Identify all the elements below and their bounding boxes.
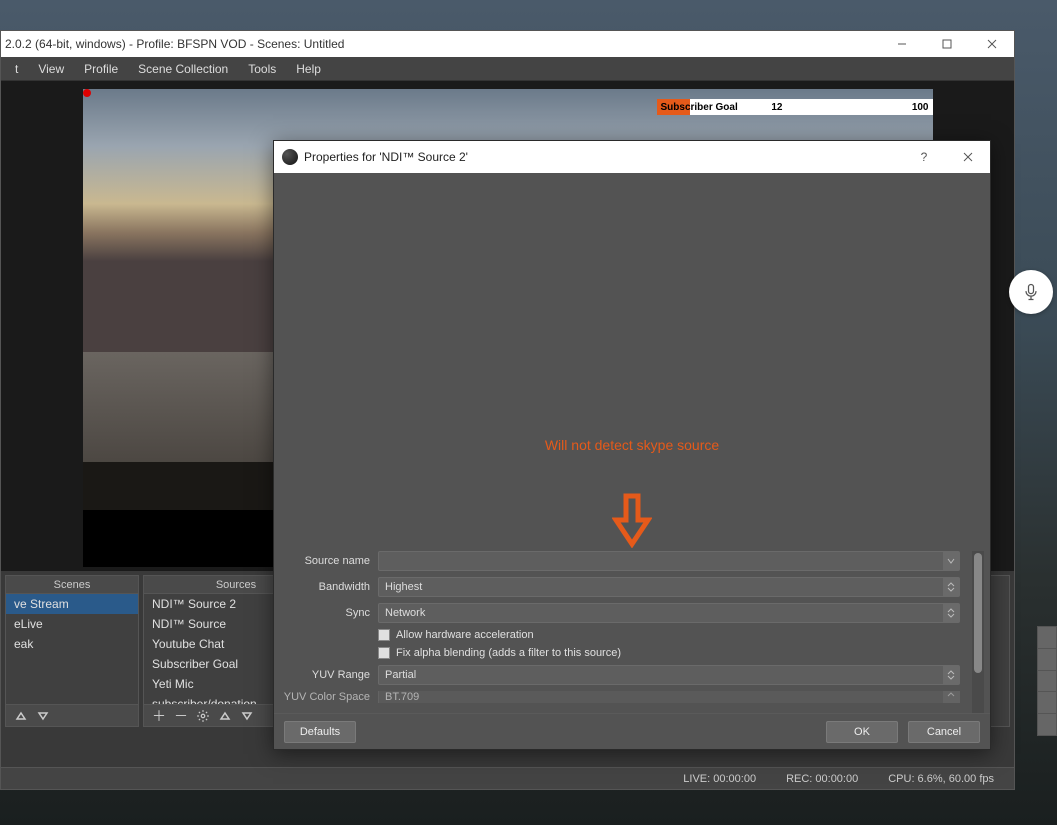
ok-button[interactable]: OK <box>826 721 898 743</box>
menu-edit[interactable]: t <box>5 57 28 80</box>
cancel-button[interactable]: Cancel <box>908 721 980 743</box>
source-name-select[interactable] <box>378 551 960 571</box>
window-controls <box>879 31 1014 57</box>
scene-item[interactable]: eLive <box>6 614 138 634</box>
dialog-button-row: Defaults OK Cancel <box>274 713 990 749</box>
move-up-icon[interactable] <box>12 707 30 725</box>
menubar: t View Profile Scene Collection Tools He… <box>1 57 1014 81</box>
menu-profile[interactable]: Profile <box>74 57 128 80</box>
annotation-arrow-icon <box>612 492 652 551</box>
move-down-icon[interactable] <box>238 707 256 725</box>
spinner-icon <box>943 691 959 703</box>
status-rec: REC: 00:00:00 <box>786 773 858 785</box>
menu-help[interactable]: Help <box>286 57 331 80</box>
obs-icon <box>282 149 298 165</box>
bandwidth-label: Bandwidth <box>280 581 370 593</box>
spinner-icon <box>943 666 959 684</box>
bandwidth-select[interactable]: Highest <box>378 577 960 597</box>
scenes-toolbar <box>6 704 138 726</box>
yuv-range-select[interactable]: Partial <box>378 665 960 685</box>
menu-view[interactable]: View <box>28 57 74 80</box>
scenes-panel: Scenes ve Stream eLive eak <box>5 575 139 727</box>
yuv-range-value: Partial <box>385 669 416 681</box>
statusbar: LIVE: 00:00:00 REC: 00:00:00 CPU: 6.6%, … <box>1 767 1014 789</box>
gear-icon[interactable] <box>194 707 212 725</box>
chevron-down-icon <box>943 552 959 570</box>
move-down-icon[interactable] <box>34 707 52 725</box>
checkbox-icon[interactable] <box>378 647 390 659</box>
remove-icon[interactable]: － <box>172 707 190 725</box>
dialog-help-button[interactable]: ? <box>902 141 946 173</box>
properties-dialog: Properties for 'NDI™ Source 2' ? Will no… <box>273 140 991 750</box>
dialog-titlebar: Properties for 'NDI™ Source 2' ? <box>274 141 990 173</box>
bandwidth-value: Highest <box>385 581 422 593</box>
red-marker-icon <box>83 89 91 97</box>
fix-alpha-label: Fix alpha blending (adds a filter to thi… <box>396 647 621 659</box>
move-up-icon[interactable] <box>216 707 234 725</box>
scenes-list[interactable]: ve Stream eLive eak <box>6 594 138 704</box>
sync-select[interactable]: Network <box>378 603 960 623</box>
scene-item[interactable]: ve Stream <box>6 594 138 614</box>
dialog-close-button[interactable] <box>946 141 990 173</box>
menu-tools[interactable]: Tools <box>238 57 286 80</box>
defaults-button[interactable]: Defaults <box>284 721 356 743</box>
annotation-text: Will not detect skype source <box>278 437 986 453</box>
dialog-form: Source name Bandwidth Highest <box>274 551 990 713</box>
sync-label: Sync <box>280 607 370 619</box>
spinner-icon <box>943 578 959 596</box>
control-button[interactable] <box>1037 648 1057 670</box>
yuv-range-label: YUV Range <box>280 669 370 681</box>
allow-hw-label: Allow hardware acceleration <box>396 629 534 641</box>
scene-item[interactable]: eak <box>6 634 138 654</box>
checkbox-icon[interactable] <box>378 629 390 641</box>
scenes-panel-title: Scenes <box>6 576 138 594</box>
close-button[interactable] <box>969 31 1014 57</box>
microphone-fab[interactable] <box>1009 270 1053 314</box>
yuv-colorspace-select[interactable]: BT.709 <box>378 691 960 703</box>
dialog-scrollbar[interactable] <box>972 551 984 713</box>
goal-current-value: 12 <box>771 102 782 113</box>
spinner-icon <box>943 604 959 622</box>
window-titlebar: 2.0.2 (64-bit, windows) - Profile: BFSPN… <box>1 31 1014 57</box>
source-name-label: Source name <box>280 555 370 567</box>
allow-hw-checkbox-row[interactable]: Allow hardware acceleration <box>378 629 960 641</box>
control-button[interactable] <box>1037 626 1057 648</box>
control-button[interactable] <box>1037 691 1057 713</box>
microphone-icon <box>1021 282 1041 302</box>
yuv-colorspace-label: YUV Color Space <box>280 691 370 703</box>
goal-label: Subscriber Goal <box>657 102 738 113</box>
control-button[interactable] <box>1037 713 1057 736</box>
status-cpu: CPU: 6.6%, 60.00 fps <box>888 773 994 785</box>
dialog-preview: Will not detect skype source <box>278 177 986 547</box>
status-live: LIVE: 00:00:00 <box>683 773 756 785</box>
subscriber-goal-widget: Subscriber Goal 12 100 <box>657 99 933 115</box>
menu-scene-collection[interactable]: Scene Collection <box>128 57 238 80</box>
fix-alpha-checkbox-row[interactable]: Fix alpha blending (adds a filter to thi… <box>378 647 960 659</box>
sync-value: Network <box>385 607 425 619</box>
minimize-button[interactable] <box>879 31 924 57</box>
scrollbar-thumb[interactable] <box>974 553 982 673</box>
yuv-colorspace-value: BT.709 <box>385 691 419 703</box>
control-button[interactable] <box>1037 670 1057 692</box>
add-icon[interactable]: ＋ <box>150 707 168 725</box>
controls-panel-edge <box>1037 626 1057 736</box>
goal-max-value: 100 <box>912 102 929 113</box>
window-title: 2.0.2 (64-bit, windows) - Profile: BFSPN… <box>5 37 344 51</box>
dialog-title: Properties for 'NDI™ Source 2' <box>304 150 468 164</box>
maximize-button[interactable] <box>924 31 969 57</box>
